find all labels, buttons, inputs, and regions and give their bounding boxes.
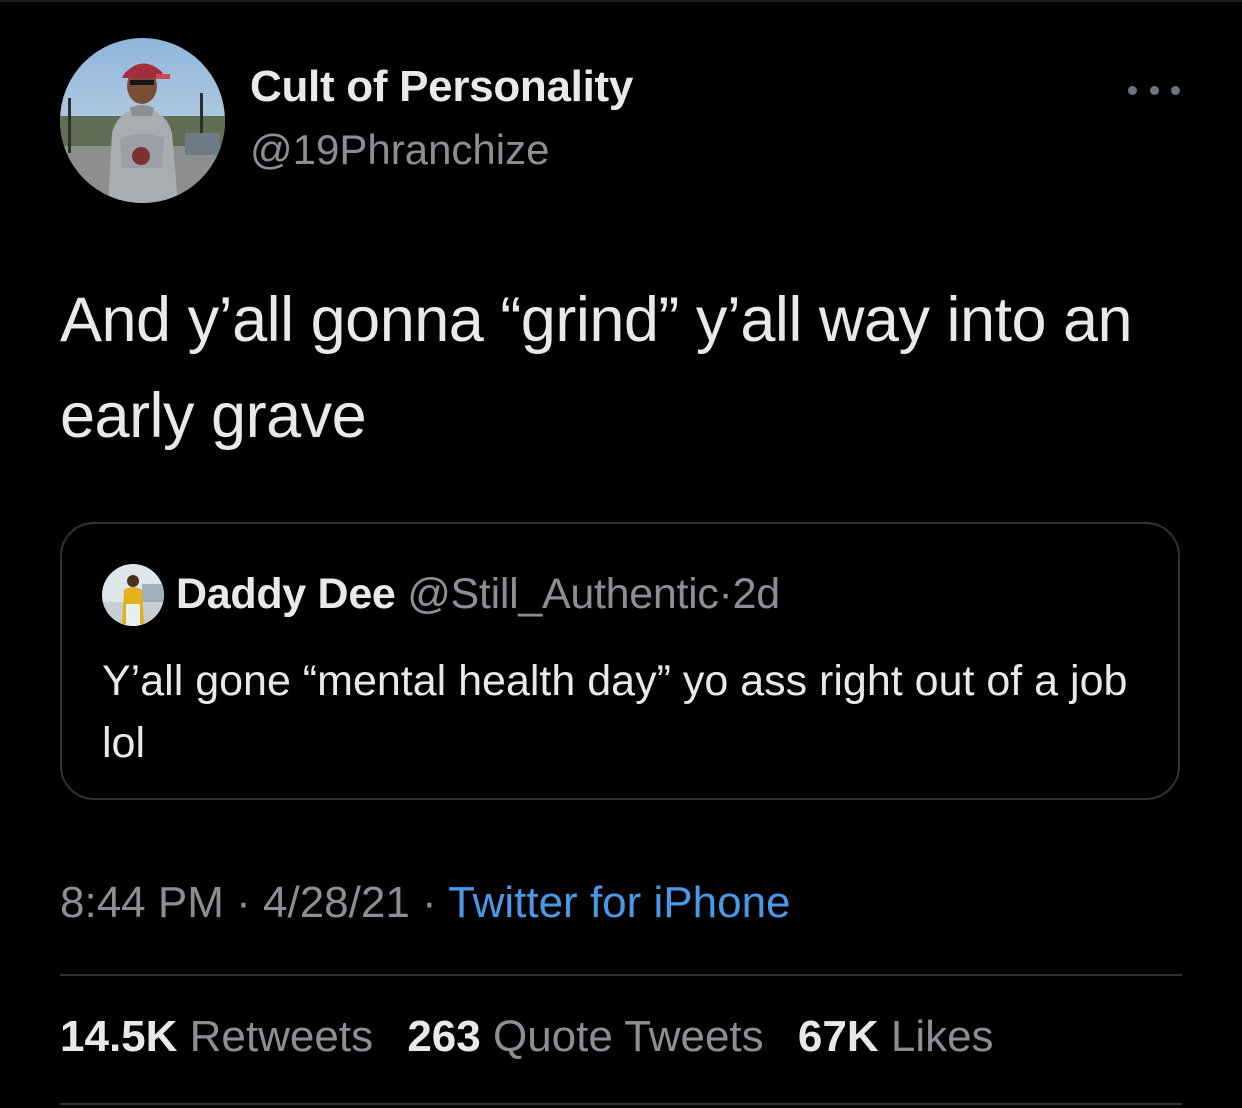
more-dot	[1149, 85, 1159, 95]
tweet-meta: 8:44 PM · 4/28/21 · Twitter for iPhone	[60, 878, 791, 928]
tweet-text: And y’all gonna “grind” y’all way into a…	[60, 285, 1133, 451]
quoted-author-handle[interactable]: @Still_Authentic	[407, 570, 719, 618]
meta-separator: ·	[422, 878, 437, 927]
quoted-tweet-text: Y’all gone “mental health day” yo ass ri…	[102, 657, 1128, 767]
quoted-age: 2d	[732, 570, 781, 618]
quote-tweets-label: Quote Tweets	[492, 1012, 764, 1061]
divider	[60, 1103, 1182, 1105]
more-dot	[1128, 85, 1137, 95]
quoted-tweet-header: Daddy Dee @Still_Authentic·2d	[176, 570, 780, 619]
likes-label: Likes	[890, 1012, 994, 1061]
tweet-time[interactable]: 8:44 PM	[60, 878, 224, 927]
author-name[interactable]: Cult of Personality	[250, 62, 633, 112]
likes-stat[interactable]: 67K Likes	[798, 1012, 994, 1061]
divider	[60, 974, 1182, 976]
retweets-count: 14.5K	[60, 1012, 178, 1061]
quoted-author-avatar[interactable]	[102, 564, 164, 626]
top-divider	[0, 0, 1242, 2]
retweets-label: Retweets	[189, 1012, 374, 1061]
quote-tweets-count: 263	[407, 1012, 481, 1061]
retweets-stat[interactable]: 14.5K Retweets	[60, 1012, 373, 1061]
quoted-tweet-card[interactable]: Daddy Dee @Still_Authentic·2d Y’all gone…	[60, 522, 1180, 800]
quote-tweets-stat[interactable]: 263 Quote Tweets	[407, 1012, 763, 1061]
author-avatar[interactable]	[60, 38, 225, 203]
quoted-separator: ·	[718, 570, 733, 618]
likes-count: 67K	[797, 1012, 879, 1061]
quoted-avatar-photo-icon	[102, 564, 164, 626]
tweet-date[interactable]: 4/28/21	[263, 878, 410, 927]
more-dot	[1171, 85, 1180, 95]
quoted-author-name[interactable]: Daddy Dee	[176, 570, 396, 618]
more-options-icon[interactable]	[1128, 78, 1180, 102]
avatar-photo-icon	[60, 38, 225, 203]
tweet-source-link[interactable]: Twitter for iPhone	[448, 878, 790, 927]
engagement-stats: 14.5K Retweets 263 Quote Tweets 67K Like…	[60, 1012, 1016, 1062]
author-handle[interactable]: @19Phranchize	[250, 126, 549, 174]
meta-separator: ·	[236, 878, 251, 927]
